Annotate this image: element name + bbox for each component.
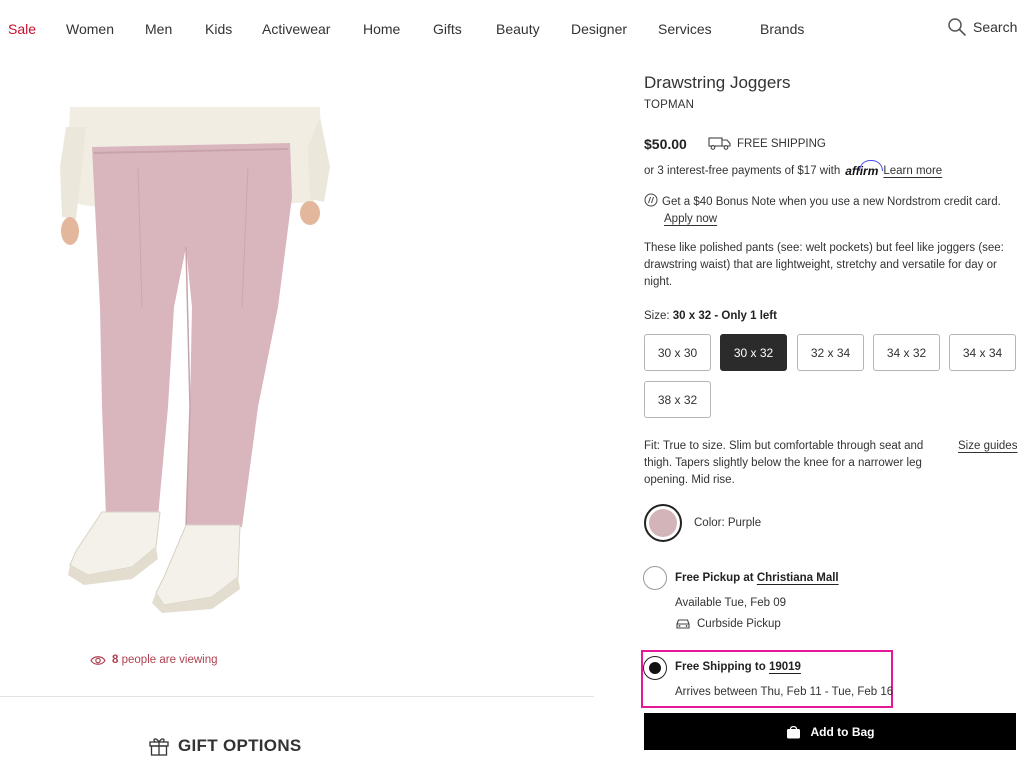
shopping-bag-icon <box>786 725 800 738</box>
viewing-count: 8 <box>112 654 119 666</box>
nordstrom-card-icon <box>644 193 658 207</box>
pickup-radio[interactable] <box>643 566 667 590</box>
eye-icon <box>90 655 106 665</box>
fit-description: Fit: True to size. Slim but comfortable … <box>644 440 924 486</box>
viewing-text: people are viewing <box>121 654 218 666</box>
add-to-bag-button[interactable]: Add to Bag <box>644 713 1016 750</box>
radio-selected-dot <box>649 662 661 674</box>
shipping-prefix: Free Shipping to <box>675 661 766 673</box>
pickup-title: Free Pickup at Christiana Mall <box>675 572 839 584</box>
add-to-bag-label: Add to Bag <box>810 724 875 739</box>
color-label: Color: Purple <box>694 517 762 529</box>
shipping-radio[interactable] <box>643 656 667 680</box>
free-shipping-badge: FREE SHIPPING <box>708 137 826 150</box>
size-option-30x32[interactable]: 30 x 32 <box>720 334 787 371</box>
gift-options-button[interactable]: GIFT OPTIONS <box>148 735 302 757</box>
nav-item-sale[interactable]: Sale <box>8 21 36 37</box>
nav-item-services[interactable]: Services <box>658 21 712 37</box>
nav-item-home[interactable]: Home <box>363 21 400 37</box>
size-option-34x32[interactable]: 34 x 32 <box>873 334 940 371</box>
shipping-highlight <box>641 650 893 708</box>
nav-item-activewear[interactable]: Activewear <box>262 21 330 37</box>
nav-item-brands[interactable]: Brands <box>760 21 804 37</box>
size-guides-link[interactable]: Size guides <box>958 440 1017 452</box>
divider <box>0 696 594 697</box>
search-icon <box>948 18 966 36</box>
learn-more-link[interactable]: Learn more <box>883 165 942 177</box>
pickup-store-link[interactable]: Christiana Mall <box>757 572 839 584</box>
size-label: Size: 30 x 32 - Only 1 left <box>644 310 777 322</box>
curbside-text: Curbside Pickup <box>697 618 781 630</box>
nav-item-women[interactable]: Women <box>66 21 114 37</box>
nav-item-beauty[interactable]: Beauty <box>496 21 540 37</box>
product-price: $50.00 <box>644 136 687 152</box>
nav-item-men[interactable]: Men <box>145 21 172 37</box>
bonus-note: Get a $40 Bonus Note when you use a new … <box>644 193 1024 228</box>
affirm-logo: affirm <box>845 160 884 178</box>
product-image[interactable] <box>52 107 332 613</box>
viewing-indicator: 8 people are viewing <box>90 654 218 666</box>
size-label-prefix: Size: <box>644 310 670 322</box>
nav-item-designer[interactable]: Designer <box>571 21 627 37</box>
nav-item-gifts[interactable]: Gifts <box>433 21 462 37</box>
gift-options-label: GIFT OPTIONS <box>178 736 302 755</box>
installments-text: or 3 interest-free payments of $17 with <box>644 165 841 177</box>
search-label: Search <box>973 19 1018 35</box>
size-selected-text: 30 x 32 - Only 1 left <box>672 310 777 322</box>
pickup-prefix: Free Pickup at <box>675 572 754 584</box>
curbside-pickup: Curbside Pickup <box>675 618 781 630</box>
product-brand[interactable]: TOPMAN <box>644 99 694 111</box>
size-option-34x34[interactable]: 34 x 34 <box>949 334 1016 371</box>
shipping-title: Free Shipping to 19019 <box>675 661 801 673</box>
bonus-text: Get a $40 Bonus Note when you use a new … <box>662 196 1001 208</box>
size-option-30x30[interactable]: 30 x 30 <box>644 334 711 371</box>
free-shipping-text: FREE SHIPPING <box>737 137 826 150</box>
size-option-32x34[interactable]: 32 x 34 <box>797 334 864 371</box>
truck-icon <box>708 137 731 150</box>
nav-item-kids[interactable]: Kids <box>205 21 232 37</box>
product-title: Drawstring Joggers <box>644 73 791 92</box>
apply-now-link[interactable]: Apply now <box>664 211 1024 228</box>
color-swatch-purple[interactable] <box>644 504 682 542</box>
car-icon <box>676 619 690 629</box>
search-button[interactable]: Search <box>947 17 1017 37</box>
swatch-fill <box>649 509 677 537</box>
shipping-arrival: Arrives between Thu, Feb 11 - Tue, Feb 1… <box>675 686 894 698</box>
pickup-availability: Available Tue, Feb 09 <box>675 597 787 609</box>
top-navigation: Sale Women Men Kids Activewear Home Gift… <box>0 0 1024 58</box>
gift-icon <box>149 738 169 756</box>
product-description: These like polished pants (see: welt poc… <box>644 242 1004 288</box>
size-option-38x32[interactable]: 38 x 32 <box>644 381 711 418</box>
installments-row: or 3 interest-free payments of $17 with … <box>644 160 942 178</box>
shipping-zip-link[interactable]: 19019 <box>769 661 801 673</box>
